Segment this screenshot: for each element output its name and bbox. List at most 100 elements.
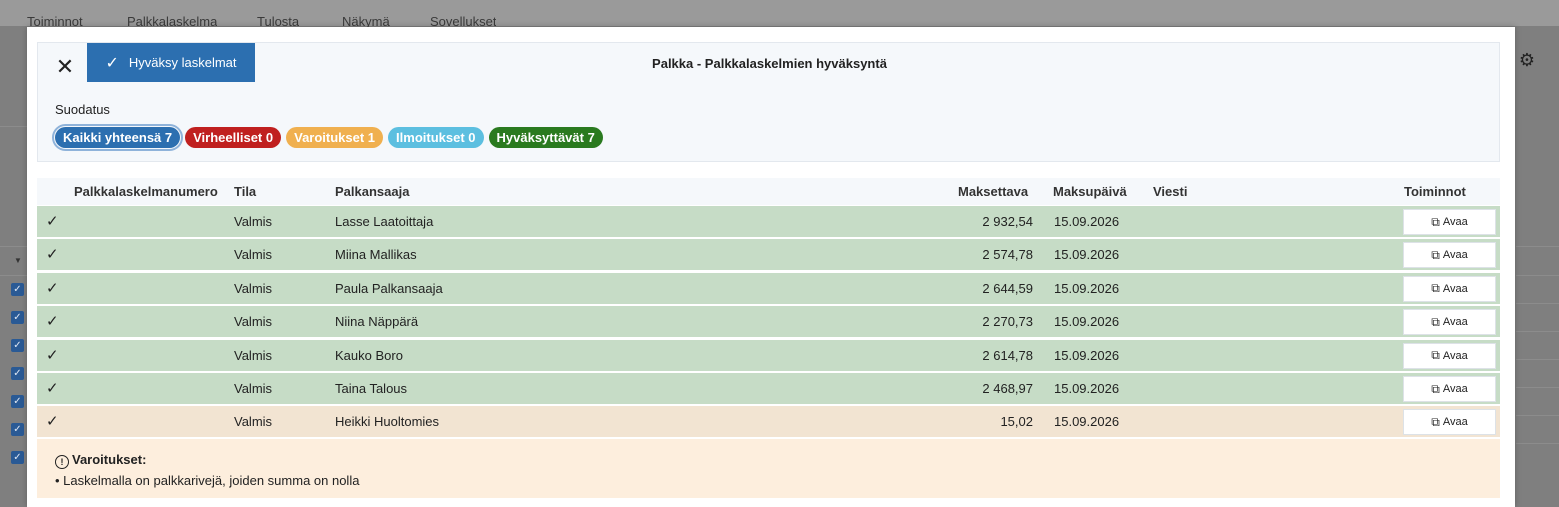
open-button-label: Avaa — [1442, 383, 1468, 395]
row-status: Valmis — [234, 280, 273, 296]
background-checkbox[interactable]: ✓ — [11, 395, 24, 408]
filter-chip-all[interactable]: Kaikki yhteensä 7 — [51, 124, 184, 151]
open-button[interactable]: ⧉ Avaa — [1403, 275, 1496, 302]
row-status: Valmis — [234, 414, 273, 430]
background-panel — [0, 86, 30, 127]
row-payee: Kauko Boro — [335, 347, 403, 363]
row-amount: 2 614,78 — [982, 347, 1033, 363]
row-paydate: 15.09.2026 — [1054, 414, 1120, 430]
background-checkbox[interactable]: ✓ — [11, 423, 24, 436]
background-divider — [1516, 331, 1559, 332]
open-button[interactable]: ⧉ Avaa — [1403, 242, 1496, 269]
table-header: Palkkalaskelmanumero Tila Palkansaaja Ma… — [37, 178, 1500, 205]
external-link-icon: ⧉ — [1431, 414, 1440, 429]
bg-menu-item: Palkkalaskelma — [127, 15, 218, 27]
background-checkbox[interactable]: ✓ — [11, 311, 24, 324]
row-status: Valmis — [234, 214, 273, 229]
column-header-actions: Toiminnot — [1404, 184, 1466, 199]
filter-chip-notices[interactable]: Ilmoitukset 0 — [388, 127, 484, 148]
open-button[interactable]: ⧉ Avaa — [1403, 376, 1496, 402]
filter-chip-errors[interactable]: Virheelliset 0 — [185, 127, 282, 148]
row-payee: Paula Palkansaaja — [335, 280, 443, 296]
filter-chip-approvable[interactable]: Hyväksyttävät 7 — [488, 127, 603, 148]
table-row: ✓ Valmis Niina Näppärä 2 270,73 15.09.2026 ⧉ A… — [37, 305, 1500, 338]
column-header-amount[interactable]: Maksettava — [958, 184, 1028, 199]
open-button[interactable]: ⧉ Avaa — [1403, 209, 1496, 235]
open-button[interactable]: ⧉ Avaa — [1403, 409, 1496, 436]
background-checkbox[interactable]: ✓ — [11, 339, 24, 352]
warnings-title: ! Varoitukset: — [55, 452, 146, 469]
warning-item: • Laskelmalla on palkkarivejä, joiden su… — [55, 473, 360, 488]
background-divider — [1516, 359, 1559, 360]
open-button-label: Avaa — [1442, 416, 1468, 429]
open-button-label: Avaa — [1442, 216, 1468, 228]
row-amount: 2 270,73 — [982, 314, 1033, 330]
row-amount: 2 644,59 — [982, 280, 1033, 296]
open-button-label: Avaa — [1442, 282, 1468, 295]
row-paydate: 15.09.2026 — [1054, 381, 1120, 396]
column-header-message[interactable]: Viesti — [1153, 184, 1187, 199]
background-checkbox[interactable]: ✓ — [11, 283, 24, 296]
table-row: ✓ Valmis Kauko Boro 2 614,78 15.09.2026 ⧉ Avaa — [37, 338, 1500, 371]
column-header-paydate[interactable]: Maksupäivä — [1053, 184, 1127, 199]
column-header-payee[interactable]: Palkansaaja — [335, 184, 409, 199]
row-payee: Lasse Laatoittaja — [335, 214, 434, 229]
background-divider — [1516, 275, 1559, 276]
filter-label: Suodatus — [55, 102, 110, 117]
row-status: Valmis — [234, 381, 273, 396]
gear-icon[interactable]: ⚙ — [1517, 50, 1537, 70]
column-header-number[interactable]: Palkkalaskelmanumero — [74, 184, 218, 199]
row-payee: Niina Näppärä — [335, 314, 419, 330]
external-link-icon: ⧉ — [1431, 214, 1440, 229]
background-menubar: Toiminnot Palkkalaskelma Tulosta Näkymä … — [0, 0, 1559, 27]
background-divider — [1516, 443, 1559, 444]
filter-chip-warnings[interactable]: Varoitukset 1 — [286, 127, 384, 148]
background-checkbox[interactable]: ✓ — [11, 451, 24, 464]
background-divider — [0, 246, 30, 247]
column-header-status[interactable]: Tila — [234, 184, 256, 199]
row-paydate: 15.09.2026 — [1054, 314, 1120, 330]
table-row: ✓ Valmis Heikki Huoltomies 15,02 15.09.2026 ⧉… — [37, 405, 1500, 438]
approved-check-icon: ✓ — [46, 213, 59, 230]
background-checkbox[interactable]: ✓ — [11, 367, 24, 380]
open-button-label: Avaa — [1442, 249, 1468, 262]
row-amount: 2 932,54 — [982, 214, 1033, 229]
table-row: ✓ Valmis Miina Mallikas 2 574,78 15.09.2026 ⧉… — [37, 238, 1500, 271]
dialog-title: Palkka - Palkkalaskelmien hyväksyntä — [652, 56, 887, 71]
external-link-icon: ⧉ — [1431, 314, 1440, 329]
row-status: Valmis — [234, 247, 273, 263]
open-button[interactable]: ⧉ Avaa — [1403, 342, 1496, 369]
approved-check-icon: ✓ — [46, 380, 59, 397]
external-link-icon: ⧉ — [1431, 247, 1440, 262]
approved-check-icon: ✓ — [46, 313, 59, 331]
external-link-icon: ⧉ — [1431, 381, 1440, 396]
warning-item-text: Laskelmalla on palkkarivejä, joiden summ… — [63, 473, 360, 488]
bg-menu-item: Tulosta — [257, 15, 300, 27]
row-amount: 15,02 — [1000, 414, 1033, 430]
external-link-icon: ⧉ — [1431, 348, 1440, 363]
row-status: Valmis — [234, 347, 273, 363]
bg-menu-item: Toiminnot — [27, 15, 83, 27]
sort-icon: ▼ — [14, 256, 22, 265]
open-button-label: Avaa — [1442, 316, 1468, 329]
bg-menu-item: Sovellukset — [430, 15, 497, 27]
dialog-header: ✕ ✓ Hyväksy laskelmat Palkka - Palkkalas… — [37, 42, 1500, 162]
row-amount: 2 574,78 — [982, 247, 1033, 263]
approved-check-icon: ✓ — [46, 346, 59, 364]
approved-check-icon: ✓ — [46, 413, 59, 431]
warnings-title-text: Varoitukset: — [72, 452, 147, 467]
row-paydate: 15.09.2026 — [1054, 347, 1120, 363]
background-divider — [1516, 415, 1559, 416]
open-button-label: Avaa — [1442, 349, 1468, 362]
open-button[interactable]: ⧉ Avaa — [1403, 309, 1496, 336]
row-payee: Miina Mallikas — [335, 247, 417, 263]
row-payee: Heikki Huoltomies — [335, 414, 440, 430]
warnings-box: ! Varoitukset: • Laskelmalla on palkkariv… — [37, 439, 1500, 498]
row-status: Valmis — [234, 314, 273, 330]
warning-icon: ! — [55, 455, 69, 469]
row-paydate: 15.09.2026 — [1054, 247, 1120, 263]
row-amount: 2 468,97 — [982, 381, 1033, 396]
approval-dialog: ✕ ✓ Hyväksy laskelmat Palkka - Palkkalas… — [27, 27, 1515, 507]
external-link-icon: ⧉ — [1431, 281, 1440, 296]
background-divider — [0, 275, 30, 276]
